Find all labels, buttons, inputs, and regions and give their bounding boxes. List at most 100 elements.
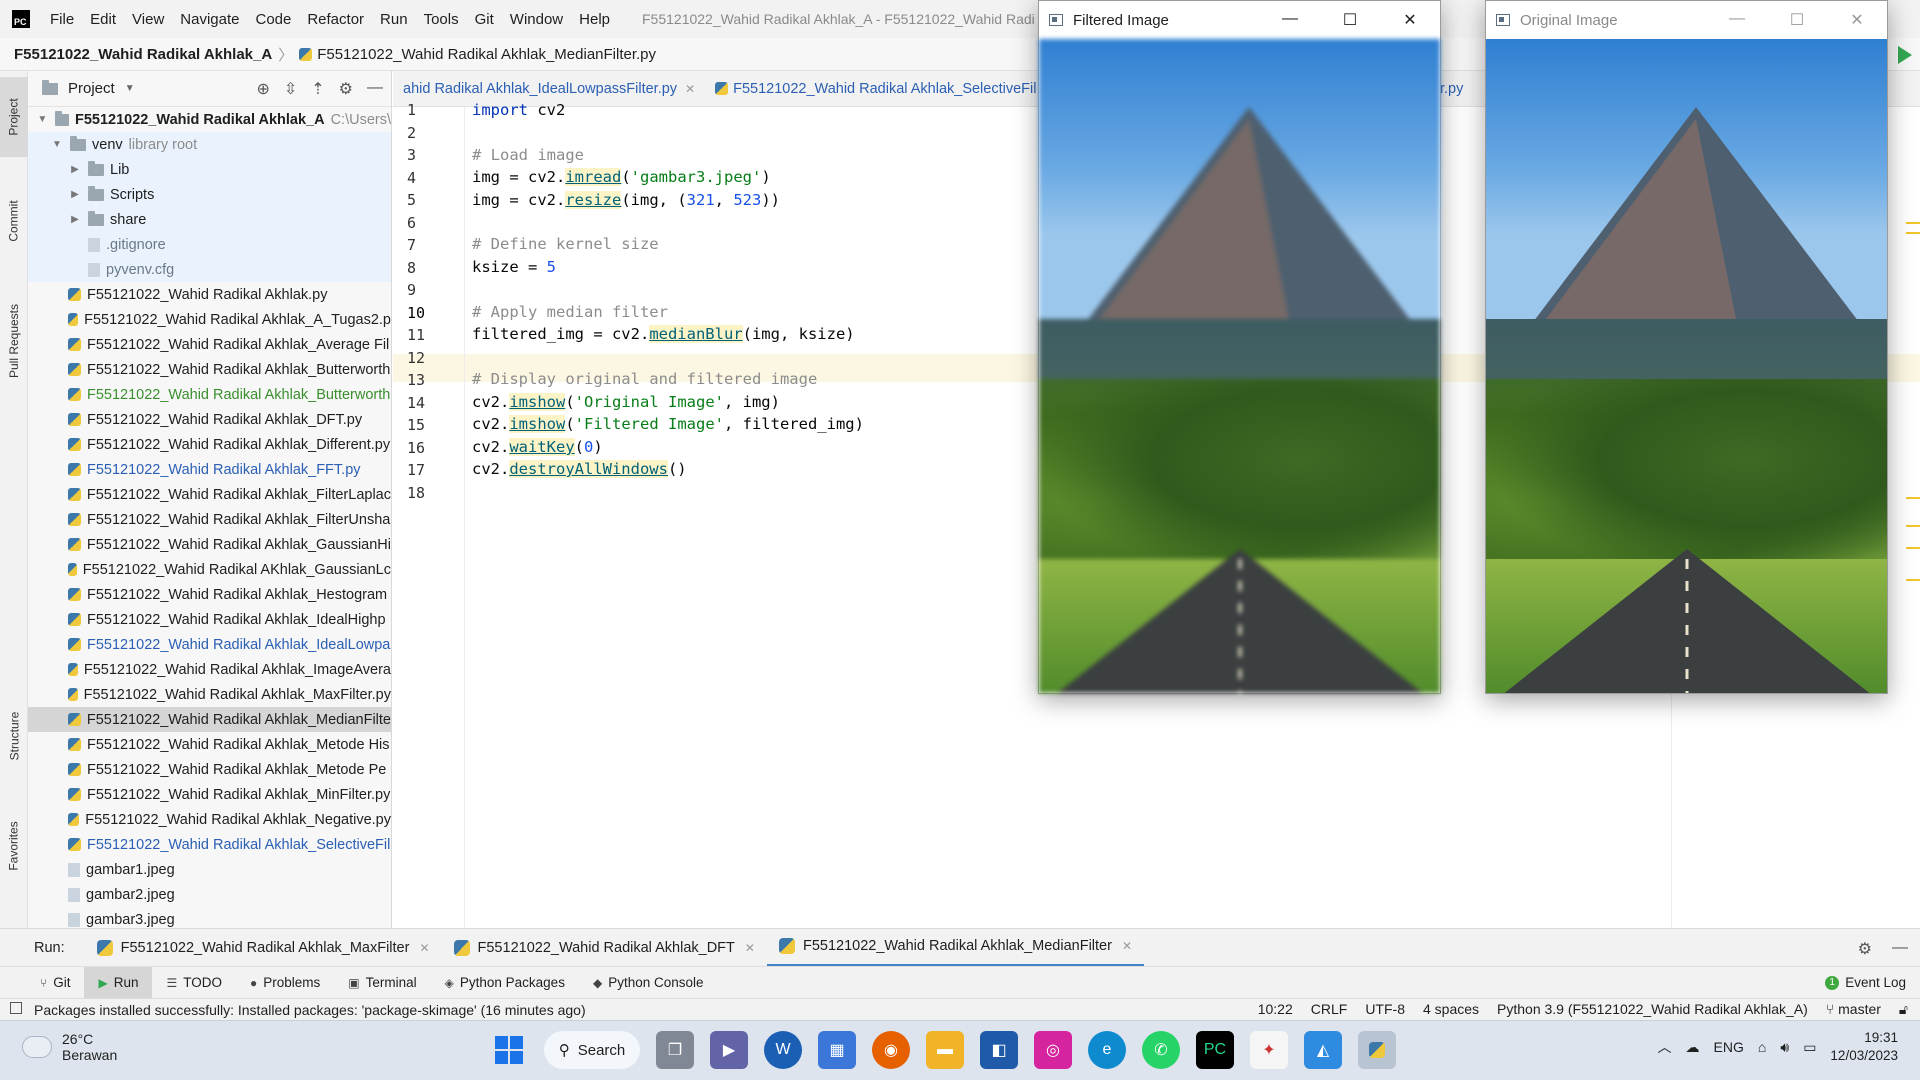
instagram-icon[interactable]: ◎ xyxy=(1034,1031,1072,1069)
maximize-icon[interactable]: ☐ xyxy=(1767,10,1827,30)
tool-tab-terminal[interactable]: ▣ Terminal xyxy=(334,967,430,999)
run-tab-dft[interactable]: F55121022_Wahid Radikal Akhlak_DFT ✕ xyxy=(442,929,767,967)
chevron-right-icon[interactable]: ▶ xyxy=(68,164,82,175)
gear-icon[interactable]: ⚙ xyxy=(339,79,353,99)
tree-folder-scripts[interactable]: ▶ Scripts xyxy=(28,182,391,207)
chevron-down-icon[interactable]: ▼ xyxy=(36,114,49,125)
breadcrumb-file[interactable]: F55121022_Wahid Radikal Akhlak_MedianFil… xyxy=(317,46,656,63)
tree-file[interactable]: F55121022_Wahid Radikal Akhlak_Selective… xyxy=(28,832,391,857)
tree-file[interactable]: F55121022_Wahid Radikal Akhlak_MedianFil… xyxy=(28,707,391,732)
window-title-bar[interactable]: Original Image — ☐ ✕ xyxy=(1486,1,1887,39)
chevron-down-icon[interactable]: ▼ xyxy=(125,83,135,94)
tool-tab-favorites[interactable]: Favorites xyxy=(0,801,28,891)
toggle-tool-windows-icon[interactable] xyxy=(10,1002,22,1014)
tree-root[interactable]: ▼ F55121022_Wahid Radikal Akhlak_A C:\Us… xyxy=(28,107,391,132)
lock-icon[interactable]: 🔓︎ xyxy=(1899,1001,1908,1018)
close-icon[interactable]: ✕ xyxy=(419,941,429,955)
run-tab-medianfilter[interactable]: F55121022_Wahid Radikal Akhlak_MedianFil… xyxy=(766,929,1145,967)
tool-tab-todo[interactable]: ☰ TODO xyxy=(152,967,236,999)
tree-file[interactable]: F55121022_Wahid Radikal Akhlak_Butterwor… xyxy=(28,382,391,407)
run-icon[interactable] xyxy=(1898,45,1912,64)
tool-tab-problems[interactable]: ● Problems xyxy=(236,967,334,999)
cloud-icon[interactable]: ☁ xyxy=(1686,1039,1700,1056)
menu-navigate[interactable]: Navigate xyxy=(172,11,247,28)
indent-setting[interactable]: 4 spaces xyxy=(1423,1001,1479,1018)
tree-file[interactable]: F55121022_Wahid Radikal Akhlak_DFT.py xyxy=(28,407,391,432)
tree-file[interactable]: gambar3.jpeg xyxy=(28,907,391,928)
minimize-icon[interactable]: — xyxy=(1707,10,1767,30)
weather-widget[interactable]: 26°C Berawan xyxy=(17,1029,117,1063)
menu-run[interactable]: Run xyxy=(372,11,416,28)
firefox-icon[interactable]: ◉ xyxy=(872,1031,910,1069)
tool-tab-python-console[interactable]: ◆ Python Console xyxy=(579,967,718,999)
tree-file-gitignore[interactable]: .gitignore xyxy=(28,232,391,257)
maximize-icon[interactable]: ☐ xyxy=(1320,10,1380,30)
tree-folder-venv[interactable]: ▼ venv library root xyxy=(28,132,391,157)
menu-help[interactable]: Help xyxy=(571,11,618,28)
tree-file[interactable]: F55121022_Wahid Radikal Akhlak_Hestogram xyxy=(28,582,391,607)
paint-icon[interactable]: ✦ xyxy=(1250,1031,1288,1069)
tree-file[interactable]: F55121022_Wahid Radikal Akhlak_IdealHigh… xyxy=(28,607,391,632)
tool-tab-event-log[interactable]: 1 Event Log xyxy=(1825,975,1906,990)
tool-tab-run[interactable]: ▶ Run xyxy=(84,966,153,999)
taskbar-search[interactable]: ⚲ Search xyxy=(544,1031,640,1069)
tree-file-pyvenv[interactable]: pyvenv.cfg xyxy=(28,257,391,282)
tree-file[interactable]: gambar1.jpeg xyxy=(28,857,391,882)
tree-file[interactable]: F55121022_Wahid Radikal Akhlak_Different… xyxy=(28,432,391,457)
whatsapp-icon[interactable]: ✆ xyxy=(1142,1031,1180,1069)
close-icon[interactable]: ✕ xyxy=(1380,10,1440,30)
tool-tab-python-packages[interactable]: ◈ Python Packages xyxy=(431,967,579,999)
tree-file[interactable]: F55121022_Wahid Radikal Akhlak_Negative.… xyxy=(28,807,391,832)
clock[interactable]: 19:31 12/03/2023 xyxy=(1830,1029,1898,1065)
file-encoding[interactable]: UTF-8 xyxy=(1365,1001,1405,1018)
tree-file[interactable]: F55121022_Wahid Radikal Akhlak_MinFilter… xyxy=(28,782,391,807)
tree-file[interactable]: F55121022_Wahid Radikal Akhlak.py xyxy=(28,282,391,307)
task-view-icon[interactable]: ❐ xyxy=(656,1031,694,1069)
tree-folder-share[interactable]: ▶ share xyxy=(28,207,391,232)
teams-icon[interactable]: ▶ xyxy=(710,1031,748,1069)
network-icon[interactable]: ⌂ xyxy=(1758,1039,1766,1055)
chevron-right-icon[interactable]: ▶ xyxy=(68,189,82,200)
hide-icon[interactable]: — xyxy=(1892,939,1908,959)
tree-file[interactable]: F55121022_Wahid Radikal Akhlak_Butterwor… xyxy=(28,357,391,382)
git-branch[interactable]: ⑂ master xyxy=(1826,1001,1881,1018)
expand-all-icon[interactable]: ⇳ xyxy=(284,79,297,99)
menu-window[interactable]: Window xyxy=(502,11,571,28)
editor-tab-ideallowpass[interactable]: ahid Radikal Akhlak_IdealLowpassFilter.p… xyxy=(393,81,705,97)
breadcrumb-project[interactable]: F55121022_Wahid Radikal Akhlak_A xyxy=(14,46,272,63)
tool-tab-pull-requests[interactable]: Pull Requests xyxy=(0,281,28,401)
chevron-down-icon[interactable]: ▼ xyxy=(50,139,64,150)
close-icon[interactable]: ✕ xyxy=(1122,939,1132,953)
tree-file[interactable]: F55121022_Wahid Radikal Akhlak_FilterUns… xyxy=(28,507,391,532)
window-title-bar[interactable]: Filtered Image — ☐ ✕ xyxy=(1039,1,1440,39)
menu-code[interactable]: Code xyxy=(247,11,299,28)
pycharm-icon[interactable]: PC xyxy=(1196,1031,1234,1069)
tree-file[interactable]: gambar2.jpeg xyxy=(28,882,391,907)
tool-tab-structure[interactable]: Structure xyxy=(0,691,28,781)
menu-git[interactable]: Git xyxy=(467,11,502,28)
language-indicator[interactable]: ENG xyxy=(1714,1039,1744,1055)
run-tab-maxfilter[interactable]: F55121022_Wahid Radikal Akhlak_MaxFilter… xyxy=(85,929,442,967)
filtered-image-window[interactable]: Filtered Image — ☐ ✕ xyxy=(1038,0,1441,694)
tree-file[interactable]: F55121022_Wahid Radikal Akhlak_ImageAver… xyxy=(28,657,391,682)
editor-tab-selectivefilter[interactable]: F55121022_Wahid Radikal Akhlak_Selective… xyxy=(705,81,1046,97)
original-image-window[interactable]: Original Image — ☐ ✕ xyxy=(1485,0,1888,694)
tool-tab-commit[interactable]: Commit xyxy=(0,181,28,261)
tree-file[interactable]: F55121022_Wahid Radikal Akhlak_IdealLowp… xyxy=(28,632,391,657)
word-icon[interactable]: W xyxy=(764,1031,802,1069)
battery-icon[interactable]: ▭ xyxy=(1803,1039,1816,1056)
tree-file[interactable]: F55121022_Wahid Radikal Akhlak_FilterLap… xyxy=(28,482,391,507)
python-icon[interactable] xyxy=(1358,1031,1396,1069)
photos-icon[interactable]: ◭ xyxy=(1304,1031,1342,1069)
vpn-icon[interactable]: ◧ xyxy=(980,1031,1018,1069)
tree-file[interactable]: F55121022_Wahid Radikal Akhlak_Average F… xyxy=(28,332,391,357)
project-view-selector[interactable]: Project xyxy=(68,80,115,97)
locate-icon[interactable]: ⊕ xyxy=(256,79,269,99)
volume-icon[interactable]: 🔊︎ xyxy=(1780,1039,1789,1056)
menu-file[interactable]: File xyxy=(42,11,82,28)
start-icon[interactable] xyxy=(490,1031,528,1069)
tree-file[interactable]: F55121022_Wahid Radikal Akhlak_Metode Hi… xyxy=(28,732,391,757)
menu-view[interactable]: View xyxy=(124,11,172,28)
line-separator[interactable]: CRLF xyxy=(1311,1001,1348,1018)
tree-file[interactable]: F55121022_Wahid Radikal Akhlak_MaxFilter… xyxy=(28,682,391,707)
